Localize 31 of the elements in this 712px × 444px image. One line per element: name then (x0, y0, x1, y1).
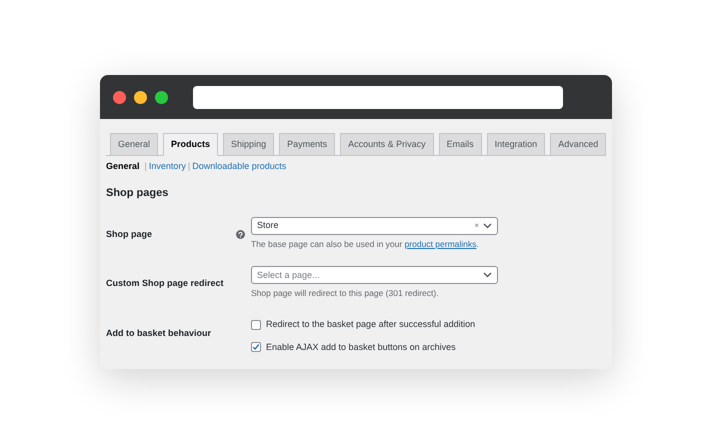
select-field[interactable]: Store × (251, 216, 498, 234)
tab[interactable]: Integration (486, 133, 546, 155)
section-title: Shop pages (106, 186, 170, 201)
chevron-down-icon (483, 222, 492, 228)
setting-label: Custom Shop page redirect (106, 278, 224, 288)
tab[interactable]: General (110, 133, 158, 155)
clear-button[interactable]: × (474, 220, 479, 232)
chevron-down-icon (483, 272, 492, 278)
tab[interactable]: Shipping (223, 133, 274, 155)
setting-label: Shop page (106, 228, 152, 238)
tab[interactable]: Emails (438, 133, 482, 155)
subnav-link[interactable]: General (106, 160, 140, 174)
tab[interactable]: Advanced (550, 133, 606, 155)
tab[interactable]: Payments (279, 133, 336, 155)
checkbox[interactable] (251, 320, 261, 330)
help-icon[interactable] (236, 230, 245, 239)
field-description: Shop page will redirect to this page (301 redirect). (251, 287, 440, 300)
separator: | (144, 160, 147, 174)
separator: | (188, 160, 190, 174)
subnav-link[interactable]: Downloadable products (192, 160, 286, 174)
permalinks-link[interactable]: product permalinks (404, 238, 476, 248)
checkbox[interactable] (251, 342, 261, 352)
tab[interactable]: Accounts & Privacy (340, 133, 434, 155)
checkbox-label: Redirect to the basket page after successful addition (266, 318, 476, 331)
checkbox-label: Enable AJAX add to basket buttons on archives (266, 340, 456, 354)
field-description: The base page can also be used in your product permalinks. (251, 238, 480, 250)
subnav-link[interactable]: Inventory (148, 160, 186, 174)
select-field[interactable]: Select a page... (251, 266, 498, 284)
address-bar[interactable] (193, 86, 563, 108)
setting-label: Add to basket behaviour (106, 328, 212, 338)
tab[interactable]: Products (163, 133, 218, 156)
